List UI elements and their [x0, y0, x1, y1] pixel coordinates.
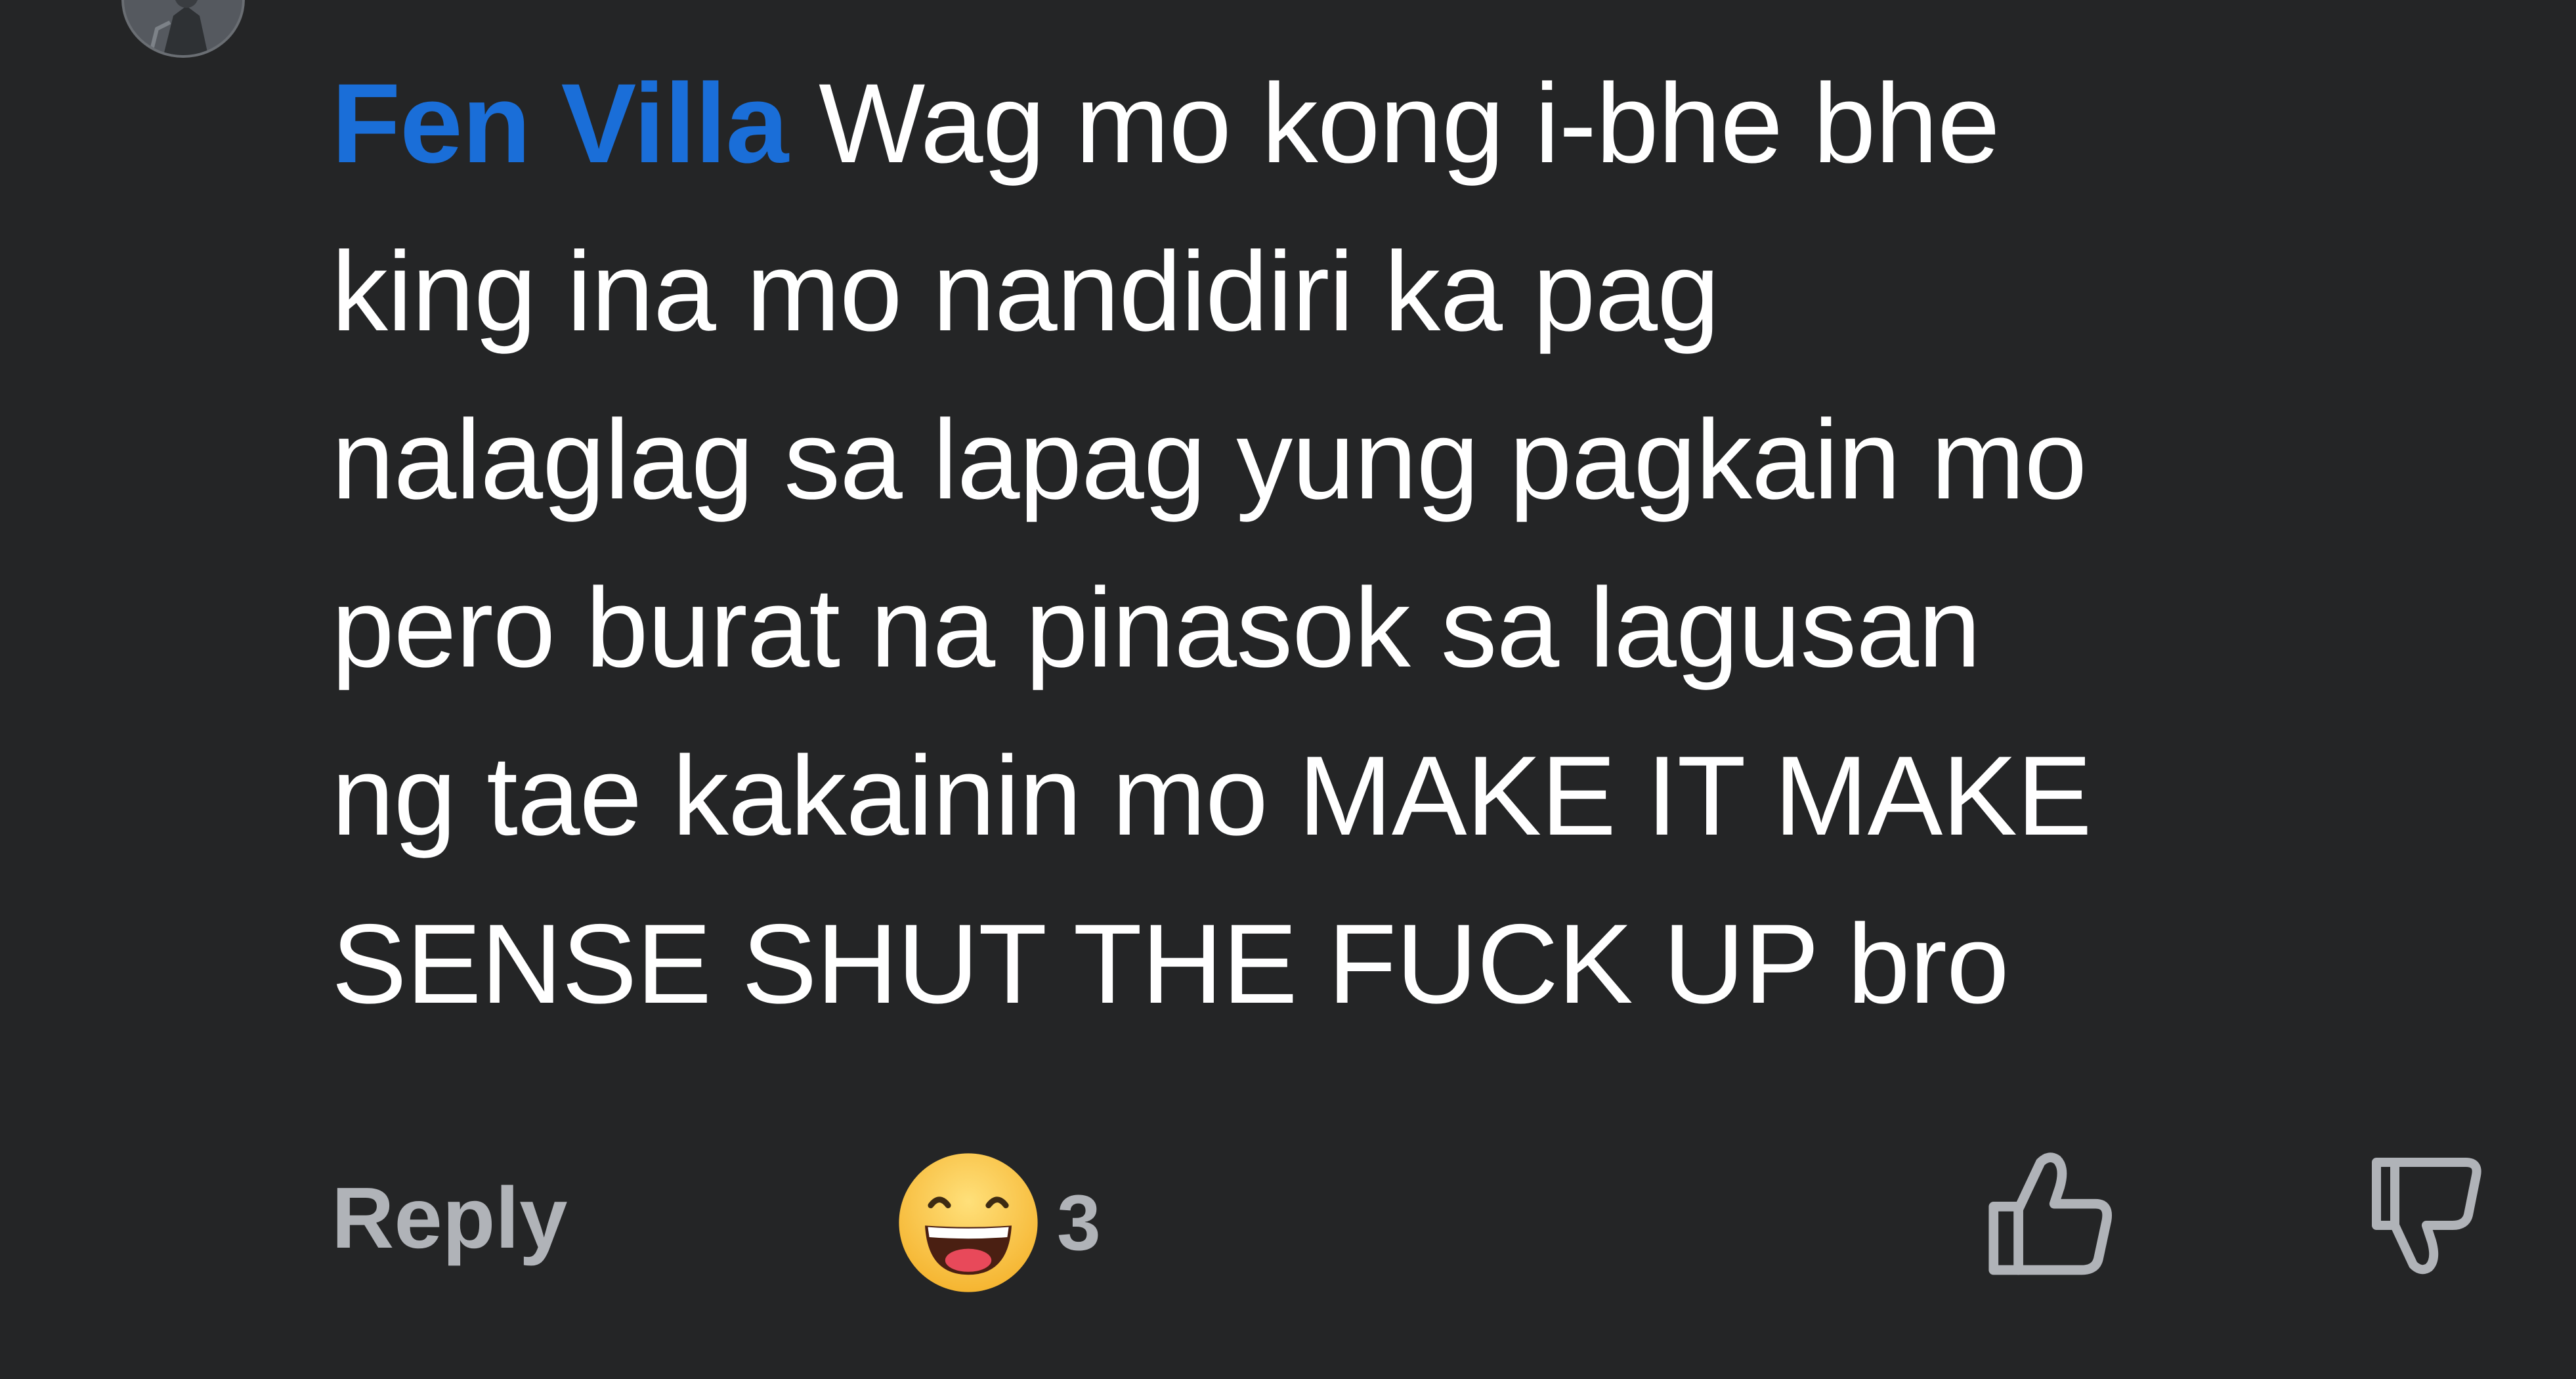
comment-line: pero burat na pinasok sa lagusan [332, 565, 1981, 691]
thumbs-up-icon [1988, 1152, 2113, 1275]
haha-emoji-icon [899, 1153, 1038, 1292]
dislike-button[interactable] [2363, 1146, 2495, 1284]
comment-text: Wag mo kong i-bhe bhe [788, 60, 2000, 186]
avatar-image [124, 0, 242, 55]
reaction-summary[interactable]: 3 [896, 1150, 1101, 1295]
avatar[interactable] [121, 0, 245, 58]
comment-line: ng tae kakainin mo MAKE IT MAKE [332, 733, 2092, 859]
comment-line: king ina mo nandidiri ka pag [332, 229, 1720, 355]
author-name[interactable]: Fen Villa [332, 60, 788, 186]
comment-line: Fen Villa Wag mo kong i-bhe bhe [332, 39, 2550, 208]
comment-line: SENSE SHUT THE FUCK UP bro [332, 901, 2009, 1027]
reaction-count: 3 [1057, 1179, 1101, 1267]
like-button[interactable] [1983, 1146, 2120, 1284]
comment-line: nalaglag sa lapag yung pagkain mo [332, 397, 2087, 523]
thumbs-down-icon [2372, 1158, 2481, 1275]
reply-button[interactable]: Reply [332, 1169, 567, 1267]
comment-body: Fen Villa Wag mo kong i-bhe bhe king ina… [332, 39, 2550, 1048]
